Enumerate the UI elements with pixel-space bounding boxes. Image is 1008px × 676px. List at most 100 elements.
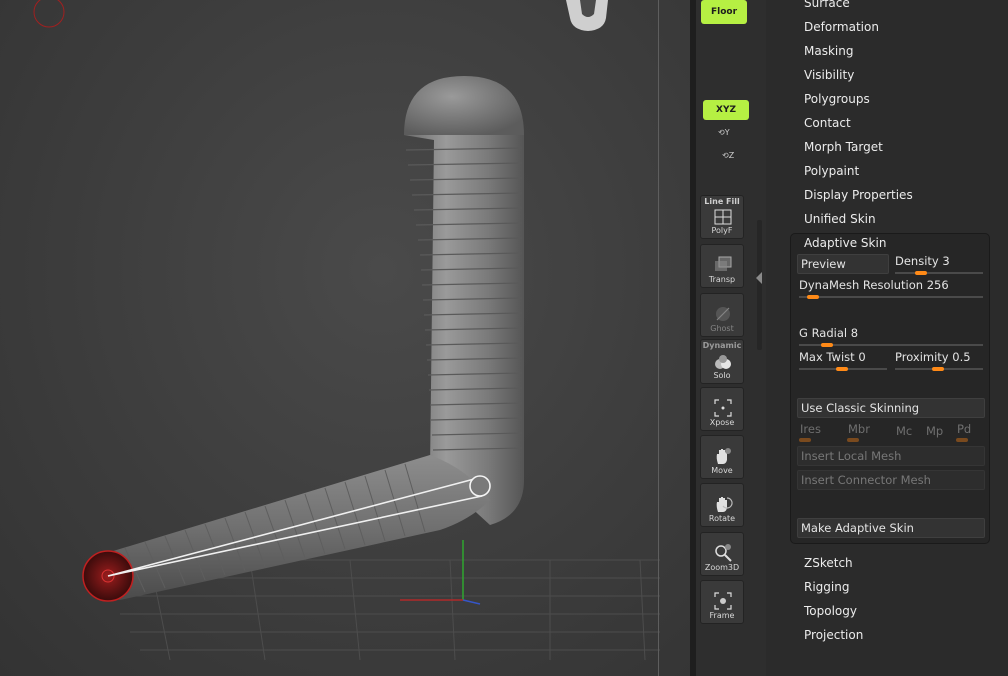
proximity-slider[interactable]: Proximity 0.5	[895, 350, 971, 364]
density-knob[interactable]	[915, 271, 927, 275]
polyf-label: PolyF	[711, 226, 733, 235]
mp-toggle[interactable]: Mp	[926, 424, 943, 438]
mbr-slider[interactable]: Mbr	[848, 422, 870, 436]
transp-label: Transp	[708, 275, 736, 284]
g-radial-slider[interactable]: G Radial 8	[799, 326, 858, 340]
shelf-scrollbar[interactable]	[757, 220, 762, 350]
head-gizmo	[566, 0, 608, 31]
zoom3d-label: Zoom3D	[704, 563, 740, 572]
zsphere-joint	[469, 475, 491, 497]
right-tool-shelf: Floor XYZ ⟲Y ⟲Z Line Fill PolyF Transp G…	[696, 0, 766, 676]
g-radial-knob[interactable]	[821, 343, 833, 347]
menu-item-polypaint[interactable]: Polypaint	[804, 164, 859, 178]
pd-slider[interactable]: Pd	[957, 422, 971, 436]
move-button[interactable]: Move	[700, 435, 744, 479]
insert-connector-label: Insert Connector Mesh	[801, 473, 931, 487]
dynamesh-track[interactable]	[799, 296, 983, 298]
menu-item-morph-target[interactable]: Morph Target	[804, 140, 883, 154]
frame-label: Frame	[709, 611, 735, 620]
use-classic-skinning-button[interactable]: Use Classic Skinning	[797, 398, 985, 418]
mp-label: Mp	[926, 424, 944, 438]
menu-item-topology[interactable]: Topology	[804, 604, 857, 618]
menu-item-projection[interactable]: Projection	[804, 628, 863, 642]
hand-icon	[716, 448, 731, 464]
make-adaptive-skin-button[interactable]: Make Adaptive Skin	[797, 518, 985, 538]
viewport-divider	[658, 0, 659, 676]
density-track[interactable]	[895, 272, 983, 274]
xpose-button[interactable]: Xpose	[700, 387, 744, 431]
mbr-knob[interactable]	[847, 438, 859, 442]
menu-item-zsketch[interactable]: ZSketch	[804, 556, 853, 570]
make-adaptive-skin-label: Make Adaptive Skin	[801, 521, 914, 535]
max-twist-slider[interactable]: Max Twist 0	[799, 350, 866, 364]
solo-label: Solo	[713, 371, 731, 380]
rotate-button[interactable]: Rotate	[700, 483, 744, 527]
y-axis-toggle[interactable]: ⟲Y	[718, 128, 730, 137]
classic-label: Use Classic Skinning	[801, 401, 920, 415]
maxtwist-value: 0	[858, 350, 866, 364]
menu-item-rigging[interactable]: Rigging	[804, 580, 849, 594]
mc-toggle[interactable]: Mc	[896, 424, 912, 438]
gradial-value: 8	[850, 326, 859, 340]
frame-icon	[714, 592, 732, 610]
rotate-icon	[716, 497, 733, 512]
density-slider[interactable]: Density 3	[895, 254, 950, 268]
preview-label: Preview	[801, 257, 846, 271]
ires-slider[interactable]: Ires	[800, 422, 821, 436]
shelf-collapse-arrow[interactable]	[756, 272, 762, 284]
3d-viewport[interactable]	[0, 0, 694, 676]
pd-label: Pd	[957, 422, 972, 436]
menu-item-contact[interactable]: Contact	[804, 116, 851, 130]
rotate-label: Rotate	[708, 514, 736, 523]
xpose-label: Xpose	[709, 418, 735, 427]
ires-knob[interactable]	[799, 438, 811, 442]
polyf-button[interactable]: Line Fill PolyF	[700, 195, 744, 239]
polyf-top-label: Line Fill	[704, 197, 740, 206]
menu-item-visibility[interactable]: Visibility	[804, 68, 854, 82]
transp-button[interactable]: Transp	[700, 244, 744, 288]
menu-item-polygroups[interactable]: Polygroups	[804, 92, 870, 106]
dynamesh-value: 256	[926, 278, 949, 292]
tool-subpalette-menu: Surface Deformation Masking Visibility P…	[766, 0, 1008, 676]
ghost-button[interactable]: Ghost	[700, 293, 744, 337]
density-label: Density	[895, 254, 939, 268]
zoom3d-button[interactable]: Zoom3D	[700, 532, 744, 576]
solo-button[interactable]: Dynamic Solo	[700, 339, 744, 384]
max-twist-knob[interactable]	[836, 367, 848, 371]
maxtwist-label: Max Twist	[799, 350, 855, 364]
density-value: 3	[942, 254, 950, 268]
dynamesh-label: DynaMesh Resolution	[799, 278, 924, 292]
preview-button[interactable]: Preview	[797, 254, 889, 274]
ghost-icon	[716, 307, 730, 321]
xyz-button[interactable]: XYZ	[703, 100, 749, 120]
pd-knob[interactable]	[956, 438, 968, 442]
proximity-knob[interactable]	[932, 367, 944, 371]
frame-button[interactable]: Frame	[700, 580, 744, 624]
insert-connector-mesh-button[interactable]: Insert Connector Mesh	[797, 470, 985, 490]
insert-local-label: Insert Local Mesh	[801, 449, 902, 463]
xpose-icon	[714, 399, 732, 417]
menu-item-deformation[interactable]: Deformation	[804, 20, 879, 34]
z-axis-line	[462, 599, 481, 605]
move-label: Move	[711, 466, 733, 475]
magnifier-icon	[715, 544, 732, 562]
menu-item-unified-skin[interactable]: Unified Skin	[804, 212, 876, 226]
dynamesh-knob[interactable]	[807, 295, 819, 299]
mc-label: Mc	[896, 424, 913, 438]
insert-local-mesh-button[interactable]: Insert Local Mesh	[797, 446, 985, 466]
menu-item-surface[interactable]: Surface	[804, 0, 850, 10]
adaptive-skin-title[interactable]: Adaptive Skin	[804, 236, 886, 250]
solo-top-label: Dynamic	[702, 341, 742, 350]
proximity-label: Proximity	[895, 350, 949, 364]
adaptive-skin-panel: Adaptive Skin Preview Density 3 DynaMesh…	[790, 233, 990, 544]
floor-button[interactable]: Floor	[701, 0, 747, 24]
menu-item-masking[interactable]: Masking	[804, 44, 853, 58]
ghost-label: Ghost	[710, 324, 734, 333]
polyframe-icon	[714, 209, 732, 225]
mbr-label: Mbr	[848, 422, 870, 436]
transparency-icon	[715, 256, 732, 271]
navigation-circle	[33, 0, 65, 28]
menu-item-display-properties[interactable]: Display Properties	[804, 188, 913, 202]
dynamesh-resolution-slider[interactable]: DynaMesh Resolution 256	[799, 278, 949, 292]
z-axis-toggle[interactable]: ⟲Z	[722, 151, 734, 160]
